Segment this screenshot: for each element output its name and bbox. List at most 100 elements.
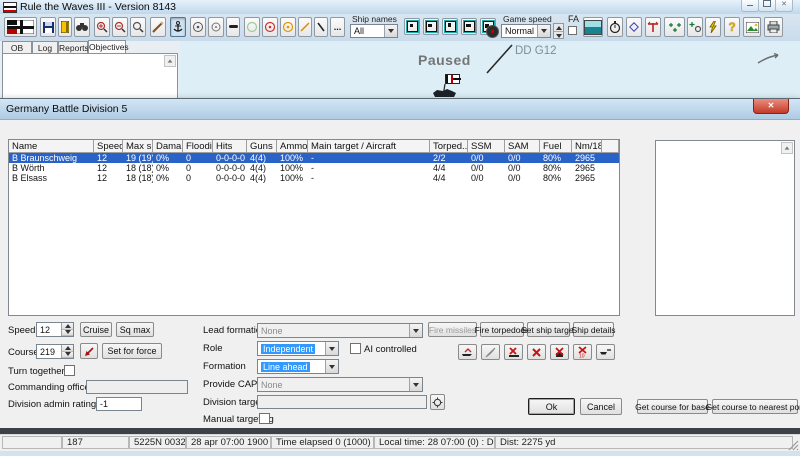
division-listbox[interactable]: [655, 140, 795, 316]
scroll-up-icon[interactable]: [781, 142, 793, 154]
log-book-button[interactable]: [58, 17, 72, 37]
minimize-button[interactable]: [741, 0, 759, 12]
binoculars-button[interactable]: [74, 17, 90, 37]
chevron-down-icon[interactable]: [384, 25, 397, 37]
ships-table[interactable]: Name Speed Max s... Dama... Floodi... Hi…: [8, 139, 620, 316]
chevron-down-icon[interactable]: [325, 342, 338, 355]
remove-ship-button[interactable]: [504, 344, 523, 360]
col-header[interactable]: Torped...: [430, 140, 468, 153]
col-header[interactable]: Hits: [213, 140, 247, 153]
game-speed-spinner[interactable]: [553, 23, 564, 39]
col-header[interactable]: Fuel: [540, 140, 572, 153]
ship-line-button[interactable]: [596, 344, 615, 360]
set-ship-target-button[interactable]: Set ship target: [527, 322, 570, 337]
fire-missiles-button[interactable]: Fire missiles: [428, 322, 477, 337]
set-course-arrow-button[interactable]: [80, 343, 98, 359]
dialog-close-button[interactable]: ✕: [753, 99, 789, 114]
cancel-button[interactable]: Cancel: [580, 398, 622, 415]
fa-checkbox[interactable]: [568, 26, 577, 35]
bearing-line-orange-button[interactable]: [298, 17, 312, 37]
ship-details-button[interactable]: Ship details: [573, 322, 614, 337]
ai-controlled-checkbox[interactable]: [350, 343, 361, 354]
remove-10-button[interactable]: 10: [573, 344, 592, 360]
division-admin-field[interactable]: -1: [96, 397, 142, 411]
cruise-button[interactable]: Cruise: [80, 322, 112, 337]
zoom-out-button[interactable]: [112, 17, 128, 37]
save-button[interactable]: [40, 17, 56, 37]
col-header[interactable]: SSM: [468, 140, 505, 153]
col-header[interactable]: Max s...: [123, 140, 153, 153]
course-stepper[interactable]: 219: [36, 344, 74, 359]
col-header[interactable]: Nm/18: [572, 140, 602, 153]
table-row[interactable]: B Elsass 12 18 (18) 0% 0 0-0-0-0 4(4) 10…: [9, 173, 619, 183]
tab-log[interactable]: Log: [32, 41, 58, 53]
zoom-in-button[interactable]: [94, 17, 110, 37]
sea-swatch-button[interactable]: [583, 17, 603, 37]
role-select[interactable]: Independent: [257, 341, 339, 356]
col-header[interactable]: Speed: [94, 140, 123, 153]
commanding-officer-field[interactable]: [86, 380, 188, 394]
time-step-button-1[interactable]: [404, 18, 420, 35]
col-header[interactable]: Ammo: [277, 140, 308, 153]
zoom-range-button[interactable]: [130, 17, 146, 37]
speed-stepper[interactable]: 12: [36, 322, 74, 337]
dash-button[interactable]: [226, 17, 240, 37]
get-course-to-nearest-port-button[interactable]: Get course to nearest port: [712, 399, 798, 414]
chevron-down-icon[interactable]: [409, 324, 422, 337]
tab-objectives[interactable]: Objectives: [88, 40, 126, 53]
sq-max-button[interactable]: Sq max: [116, 322, 154, 337]
screenshot-button[interactable]: [743, 17, 761, 37]
time-step-button-2[interactable]: [423, 18, 439, 35]
nation-flag-button[interactable]: [4, 17, 37, 37]
close-button[interactable]: ✕: [775, 0, 793, 12]
col-header[interactable]: Floodi...: [183, 140, 213, 153]
help-button[interactable]: ?: [724, 17, 740, 37]
col-header[interactable]: Guns: [247, 140, 277, 153]
game-speed-select[interactable]: Normal: [501, 24, 551, 38]
more-options-button[interactable]: ...: [330, 17, 345, 37]
ok-button[interactable]: Ok: [528, 398, 575, 415]
table-row[interactable]: B Wörth 12 18 (18) 0% 0 0-0-0-0 4(4) 100…: [9, 163, 619, 173]
lead-formation-select[interactable]: None: [257, 323, 423, 338]
stopwatch-button[interactable]: [607, 17, 623, 37]
col-header[interactable]: Dama...: [153, 140, 183, 153]
formation-crosses-button[interactable]: [664, 17, 685, 37]
chevron-down-icon[interactable]: [537, 25, 550, 37]
chevron-down-icon[interactable]: [325, 360, 338, 373]
division-target-pick-button[interactable]: [430, 394, 445, 410]
tab-ob[interactable]: OB: [2, 41, 32, 53]
dialog-titlebar[interactable]: Germany Battle Division 5: [0, 99, 800, 120]
col-header[interactable]: Main target / Aircraft: [308, 140, 430, 153]
turn-together-checkbox[interactable]: [64, 365, 75, 376]
time-step-button-4[interactable]: [461, 18, 477, 35]
col-header[interactable]: SAM: [505, 140, 540, 153]
quill-button[interactable]: [481, 344, 500, 360]
remove-x-button[interactable]: [527, 344, 546, 360]
ship-names-select[interactable]: All: [350, 24, 398, 38]
tab-reports[interactable]: Reports: [58, 41, 88, 53]
provide-cap-select[interactable]: None: [257, 377, 423, 392]
draw-course-button[interactable]: [150, 17, 166, 37]
table-row[interactable]: B Braunschweig 12 19 (19) 0% 0 0-0-0-0 4…: [9, 153, 619, 163]
division-target-field[interactable]: [257, 395, 427, 409]
spinner-arrows-icon[interactable]: [61, 345, 73, 358]
get-course-for-base-button[interactable]: Get course for base: [637, 399, 708, 414]
col-header[interactable]: Name: [9, 140, 94, 153]
formation-cross-circle-button[interactable]: [687, 17, 703, 37]
bearing-line-black-button[interactable]: [314, 17, 328, 37]
fire-torpedoes-button[interactable]: Fire torpedoes: [480, 322, 524, 337]
time-step-button-3[interactable]: [442, 18, 458, 35]
remove-block-button[interactable]: [550, 344, 569, 360]
print-button[interactable]: [764, 17, 783, 37]
manual-targeting-checkbox[interactable]: [259, 413, 270, 424]
chevron-down-icon[interactable]: [409, 378, 422, 391]
range-ring-green-button[interactable]: [244, 17, 260, 37]
range-ring-orange-button[interactable]: [280, 17, 296, 37]
contact-circle-button-2[interactable]: [208, 17, 224, 37]
formation-select[interactable]: Line ahead: [257, 359, 339, 374]
torpedo-tool-button[interactable]: [645, 17, 661, 37]
lightning-button[interactable]: [705, 17, 721, 37]
plot-diamond-button[interactable]: [626, 17, 642, 37]
spinner-arrows-icon[interactable]: [61, 323, 73, 336]
scroll-up-icon[interactable]: [164, 55, 176, 67]
